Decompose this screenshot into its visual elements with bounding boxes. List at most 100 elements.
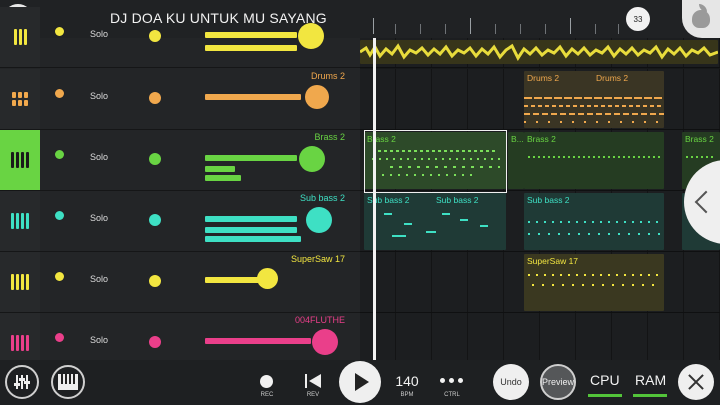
channel-rack: Solo Solo Drums 2 Solo Brass 2 Solo Sub … xyxy=(0,7,360,374)
ruler-tick xyxy=(420,24,421,34)
clip-label: Sub bass 2 xyxy=(527,195,570,205)
ruler-tick xyxy=(595,24,596,34)
volume-bar[interactable] xyxy=(205,155,297,161)
volume-bar[interactable] xyxy=(205,94,301,100)
pattern-clip[interactable]: Sub bass 2 xyxy=(524,193,664,250)
bpm-label: BPM xyxy=(400,392,414,398)
playlist-lane[interactable] xyxy=(360,313,720,362)
volume-bar[interactable] xyxy=(205,216,297,222)
ctrl-label: CTRL xyxy=(444,392,460,398)
mute-indicator[interactable] xyxy=(55,150,64,159)
mixer-icon xyxy=(14,375,30,389)
playlist-lane[interactable]: Drums 2 Drums 2 xyxy=(360,69,720,130)
pan-bar[interactable] xyxy=(205,166,235,172)
fl-logo-button[interactable] xyxy=(682,0,720,38)
piano-icon xyxy=(13,29,27,45)
track-led[interactable] xyxy=(149,92,161,104)
bpm-value[interactable]: 140 xyxy=(393,373,421,389)
chevron-left-icon xyxy=(694,190,718,214)
mute-indicator[interactable] xyxy=(55,272,64,281)
solo-button[interactable]: Solo xyxy=(90,152,108,162)
track-led[interactable] xyxy=(149,336,161,348)
track-instrument-button[interactable] xyxy=(0,191,40,251)
pattern-clip[interactable]: SuperSaw 17 xyxy=(524,254,664,311)
clip-label: Brass 2 xyxy=(685,134,714,144)
track-row[interactable]: Solo Brass 2 xyxy=(0,130,360,191)
audio-clip[interactable] xyxy=(360,40,718,64)
preview-button[interactable]: Preview xyxy=(540,364,576,400)
track-name: SuperSaw 17 xyxy=(290,254,345,264)
play-button[interactable] xyxy=(339,361,381,403)
pan-bar[interactable] xyxy=(205,227,297,233)
volume-bar[interactable] xyxy=(205,32,297,38)
track-row[interactable]: Solo SuperSaw 17 xyxy=(0,252,360,313)
pattern-clip[interactable]: Brass 2 xyxy=(524,132,664,189)
volume-bar[interactable] xyxy=(205,338,311,344)
record-button[interactable] xyxy=(260,375,273,388)
volume-knob[interactable] xyxy=(257,268,278,289)
volume-bar[interactable] xyxy=(205,277,259,283)
volume-knob[interactable] xyxy=(298,23,324,49)
ctrl-button[interactable] xyxy=(440,378,463,383)
track-instrument-button[interactable] xyxy=(0,130,40,190)
track-led[interactable] xyxy=(149,153,161,165)
undo-button[interactable]: Undo xyxy=(493,364,529,400)
track-instrument-button[interactable] xyxy=(0,7,40,67)
ruler-tick xyxy=(520,24,521,34)
mute-indicator[interactable] xyxy=(55,89,64,98)
clip-label: Sub bass 2 xyxy=(436,195,479,205)
cpu-meter: CPU xyxy=(590,372,620,388)
pitch-bar[interactable] xyxy=(205,236,301,242)
volume-knob[interactable] xyxy=(299,146,325,172)
ruler-tick xyxy=(618,24,619,34)
close-button[interactable] xyxy=(678,364,714,400)
pattern-clip[interactable]: Drums 2 Drums 2 xyxy=(524,71,664,128)
pitch-bar[interactable] xyxy=(205,175,241,181)
playlist[interactable]: Drums 2 Drums 2 Brass 2 B... Brass 2 Bra… xyxy=(360,38,720,362)
piano-roll-button[interactable] xyxy=(51,365,85,399)
solo-button[interactable]: Solo xyxy=(90,274,108,284)
solo-button[interactable]: Solo xyxy=(90,335,108,345)
track-name: Drums 2 xyxy=(310,71,345,81)
solo-button[interactable]: Solo xyxy=(90,213,108,223)
track-row[interactable]: Solo Drums 2 xyxy=(0,69,360,130)
track-name: Brass 2 xyxy=(314,132,345,142)
volume-knob[interactable] xyxy=(305,85,329,109)
piano-icon xyxy=(11,213,29,229)
playlist-lane[interactable]: Sub bass 2 Sub bass 2 Sub bass 2 xyxy=(360,191,720,252)
volume-knob[interactable] xyxy=(312,329,338,355)
selection-box[interactable] xyxy=(364,130,507,193)
piano-icon xyxy=(11,335,29,351)
ruler-tick xyxy=(395,24,396,34)
rec-label: REC xyxy=(260,392,274,398)
ram-meter: RAM xyxy=(635,372,667,388)
track-name: 004FLUTHE xyxy=(294,315,345,325)
clip-label: SuperSaw 17 xyxy=(527,256,579,266)
playhead[interactable] xyxy=(373,38,376,360)
track-led[interactable] xyxy=(149,30,161,42)
track-instrument-button[interactable] xyxy=(0,252,40,312)
track-row[interactable]: Solo xyxy=(0,7,360,68)
mute-indicator[interactable] xyxy=(55,333,64,342)
pattern-clip[interactable]: B... xyxy=(508,132,524,189)
solo-button[interactable]: Solo xyxy=(90,91,108,101)
pan-bar[interactable] xyxy=(205,45,297,51)
volume-knob[interactable] xyxy=(306,207,332,233)
mixer-button[interactable] xyxy=(5,365,39,399)
mute-indicator[interactable] xyxy=(55,211,64,220)
ruler-tick xyxy=(445,24,446,34)
track-led[interactable] xyxy=(149,275,161,287)
clip-label: Drums 2 xyxy=(596,73,629,83)
track-row[interactable]: Solo Sub bass 2 xyxy=(0,191,360,252)
mute-indicator[interactable] xyxy=(55,27,64,36)
position-badge[interactable]: 33 xyxy=(626,7,650,31)
track-instrument-button[interactable] xyxy=(0,69,40,129)
solo-button[interactable]: Solo xyxy=(90,29,108,39)
playlist-lane[interactable] xyxy=(360,38,720,68)
ruler-tick xyxy=(470,18,471,34)
reverse-icon[interactable] xyxy=(305,374,321,388)
track-led[interactable] xyxy=(149,214,161,226)
playlist-lane[interactable]: SuperSaw 17 xyxy=(360,252,720,313)
pattern-clip[interactable]: Sub bass 2 Sub bass 2 xyxy=(364,193,506,250)
piano-icon xyxy=(58,374,78,390)
